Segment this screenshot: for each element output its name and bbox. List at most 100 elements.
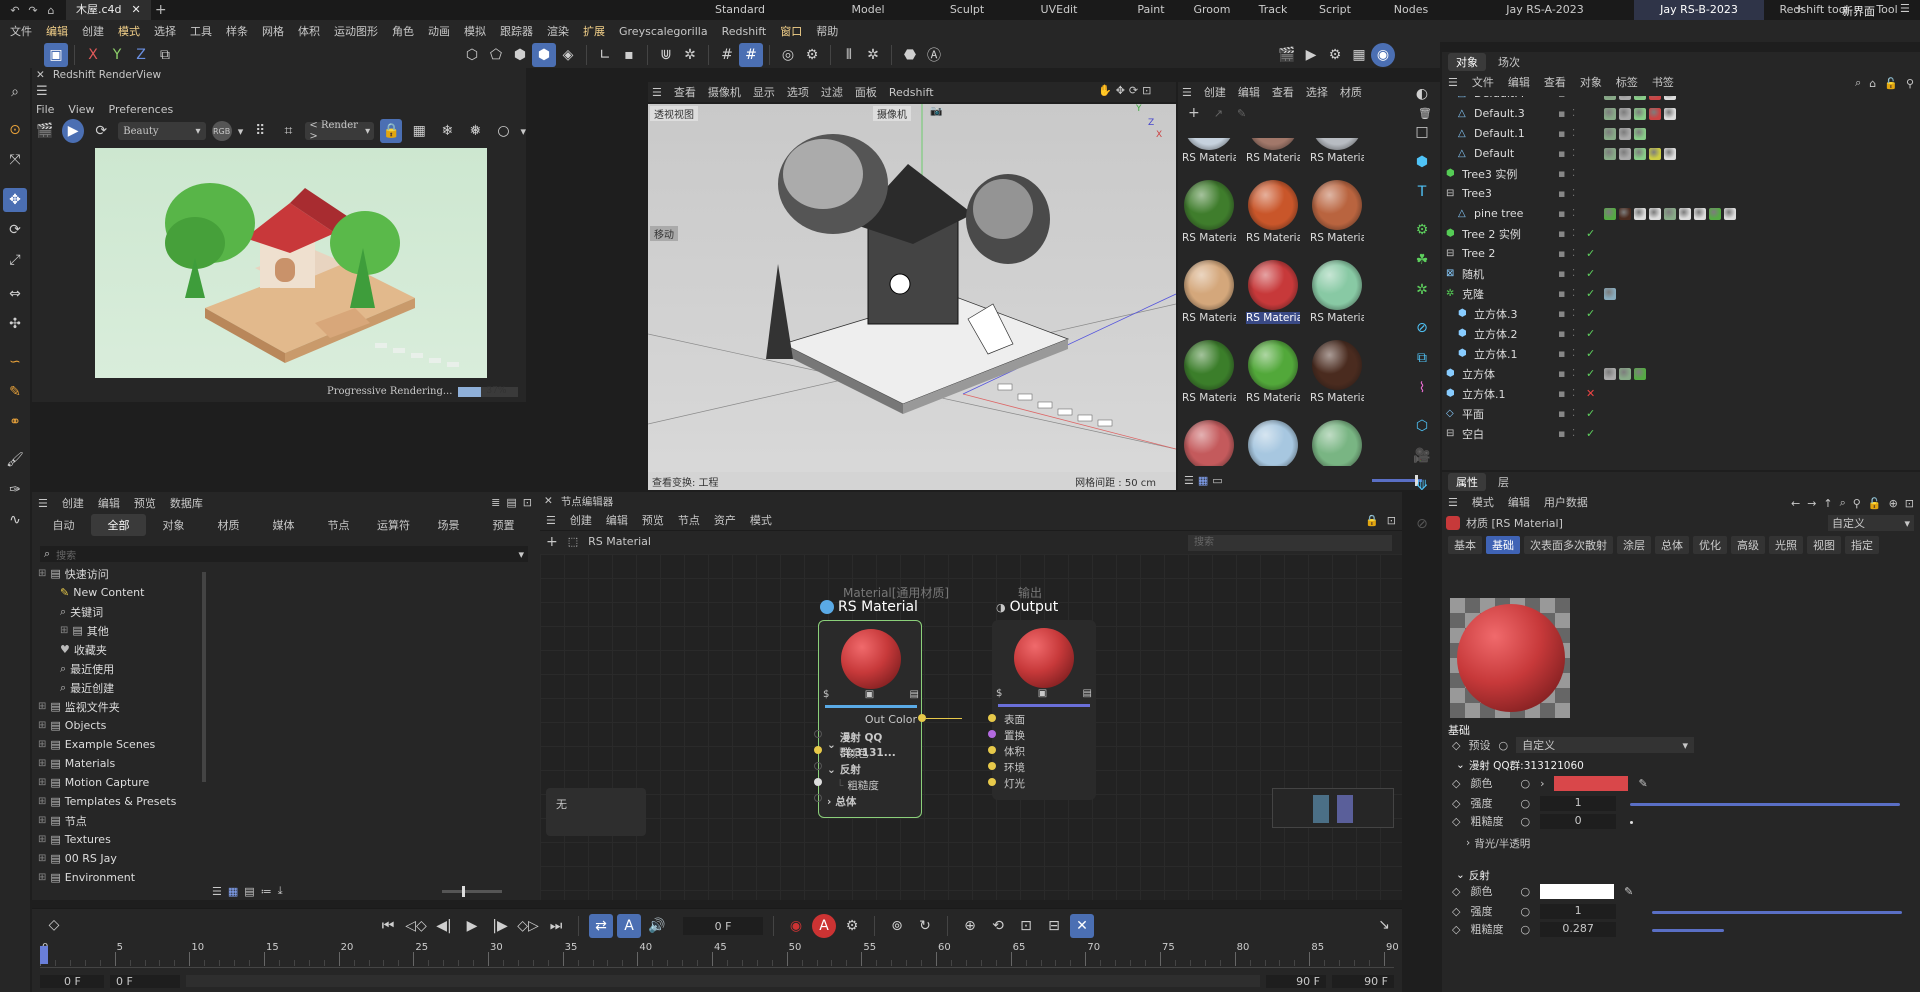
menu-item[interactable]: 工具	[190, 23, 212, 39]
snap-icon[interactable]: ⋓	[654, 43, 678, 67]
dropdown-icon[interactable]: ▾	[518, 548, 524, 561]
loop-icon[interactable]: ⇄	[589, 914, 613, 938]
layout-tab[interactable]: Jay RS-A-2023	[1456, 0, 1634, 20]
enabled-toggle[interactable]: ✓	[1586, 347, 1602, 360]
render-mode-select[interactable]: < Render > ▾	[305, 120, 375, 142]
material-tag-icon[interactable]	[1619, 96, 1631, 100]
expand-icon[interactable]: ⊞	[38, 815, 46, 826]
grid-view-icon[interactable]: ▦	[1198, 474, 1208, 487]
auto-icon[interactable]: Ⓐ	[922, 43, 946, 67]
rotate-tool-icon[interactable]: ⟳	[3, 218, 27, 242]
hamburger-icon[interactable]: ☰	[1448, 76, 1458, 89]
sort-icon[interactable]: ≔	[261, 885, 272, 898]
min-frame-input[interactable]: 0 F	[110, 974, 180, 988]
asset-zoom-slider[interactable]	[442, 886, 502, 897]
viewport-menu-item[interactable]: Redshift	[889, 86, 934, 99]
rsmat-diffuse-port[interactable]	[814, 730, 822, 738]
expand-icon[interactable]: ⊞	[38, 872, 46, 883]
key-pla-icon[interactable]: ⊡	[1014, 914, 1038, 938]
object-row[interactable]: ⬢ 立方体.1 ▪ ⁚ ✕	[1442, 384, 1920, 404]
object-menu-item[interactable]: 对象	[1580, 74, 1602, 90]
visibility-dots[interactable]: ⁚	[1572, 288, 1586, 299]
visibility-dots[interactable]: ⁚	[1572, 408, 1586, 419]
expand-icon[interactable]: ⊞	[38, 739, 46, 750]
dropdown-icon[interactable]: ▾	[521, 125, 527, 138]
collapse-icon[interactable]: ⌄	[1456, 759, 1465, 771]
select-mode-icon[interactable]: ▣	[44, 43, 68, 67]
render-queue-icon[interactable]: ▦	[1347, 43, 1371, 67]
rsmat-reflect-port[interactable]	[814, 762, 822, 770]
multi-transform-icon[interactable]: ✣	[3, 312, 27, 336]
text-icon[interactable]: T	[1410, 180, 1434, 204]
layer-icon[interactable]: ▪	[1558, 96, 1572, 100]
object-row[interactable]: ⊠ 随机 ▪ ⁚ ✓	[1442, 264, 1920, 284]
layer-icon[interactable]: ▪	[1558, 407, 1572, 420]
visibility-dots[interactable]: ⁚	[1572, 228, 1586, 239]
visibility-dots[interactable]: ⁚	[1572, 268, 1586, 279]
radio-icon[interactable]: ○	[1520, 815, 1530, 828]
picker-icon[interactable]: ✎	[1237, 107, 1246, 120]
axis-y-button[interactable]: Y	[105, 43, 129, 67]
object-row[interactable]: ⬢ Tree3 实例 ▪ ⁚	[1442, 164, 1920, 184]
layer-icon[interactable]: ▪	[1558, 127, 1572, 140]
rsmat-out-port[interactable]	[918, 714, 926, 722]
node-menu-icon[interactable]: ▤	[1083, 688, 1092, 699]
asset-tree-scrollbar[interactable]	[202, 572, 206, 782]
menu-item[interactable]: 角色	[392, 23, 414, 39]
settings-icon[interactable]: ⊕	[1889, 497, 1898, 510]
attr-tab[interactable]: 指定	[1845, 536, 1879, 554]
expand-icon[interactable]: ⊞	[38, 568, 46, 579]
viewport-canvas[interactable]: 透视视图 摄像机 📷 移动 Y Z X 查看变换: 工程 网格间距 : 50 c…	[648, 104, 1176, 490]
output-volume-port[interactable]	[988, 746, 996, 754]
key-position-icon[interactable]: ⊚	[885, 914, 909, 938]
hamburger-icon[interactable]: ☰	[38, 497, 48, 510]
visibility-dots[interactable]: ⁚	[1572, 96, 1586, 99]
snap-settings-icon[interactable]: ✲	[678, 43, 702, 67]
camera-icon[interactable]: 🎥	[1410, 444, 1434, 468]
tab-objects[interactable]: 对象	[1448, 53, 1486, 71]
material-tag-icon[interactable]	[1649, 207, 1661, 220]
enabled-toggle[interactable]: ✓	[1586, 287, 1602, 300]
output-node[interactable]: $ ▣ ▤ 表面 置换 体积 环境 灯光	[992, 620, 1096, 800]
reflect-rough-slider[interactable]	[1652, 929, 1724, 932]
key-rotation-icon[interactable]: ↻	[913, 914, 937, 938]
menu-item[interactable]: 选择	[154, 23, 176, 39]
object-row[interactable]: ⬢ 立方体.1 ▪ ⁚ ✓	[1442, 344, 1920, 364]
layout-tab[interactable]: Model	[800, 0, 936, 20]
enabled-toggle[interactable]: ✓	[1586, 427, 1602, 440]
asset-tree-item[interactable]: ⊞ ▤ Textures	[38, 832, 111, 848]
material-tag-icon[interactable]	[1664, 96, 1676, 100]
live-select-icon[interactable]: ⊙	[3, 118, 27, 142]
attr-tab[interactable]: 基本	[1448, 536, 1482, 554]
coordinate-system-icon[interactable]: ⧉	[153, 43, 177, 67]
deformer-icon[interactable]: ⊘	[1410, 316, 1434, 340]
menu-icon[interactable]: ☰	[1900, 2, 1910, 15]
preset-mode-select[interactable]: 自定义 ▾	[1828, 515, 1914, 531]
visibility-dots[interactable]: ⁚	[1572, 128, 1586, 139]
material-tag-icon[interactable]	[1664, 207, 1676, 220]
material-swatch[interactable]: RS Materia	[1246, 138, 1300, 178]
material-tag-icon[interactable]	[1679, 207, 1691, 220]
transform-icon[interactable]: ⇔	[3, 282, 27, 306]
keyframe-icon[interactable]: ◇	[1452, 815, 1460, 828]
layout-tab[interactable]: Sculpt	[936, 0, 998, 20]
layout-tab[interactable]: Jay RS-B-2023	[1634, 0, 1764, 20]
material-swatch[interactable]	[1246, 418, 1300, 466]
enabled-toggle[interactable]: ✓	[1586, 247, 1602, 260]
expand-icon[interactable]: ⊞	[38, 758, 46, 769]
layer-icon[interactable]: ▪	[1558, 147, 1572, 160]
diffuse-color-swatch[interactable]	[1554, 775, 1629, 791]
rsmat-rough-port[interactable]	[814, 778, 822, 786]
crop-icon[interactable]: ⌗	[277, 119, 299, 143]
viewport-solo-icon[interactable]: ⬣	[898, 43, 922, 67]
material-swatch[interactable]: RS Materia	[1310, 338, 1364, 418]
record-icon[interactable]: ◉	[784, 914, 808, 938]
lock-icon[interactable]: 🔓	[1868, 497, 1882, 510]
layer-icon[interactable]: ▪	[1558, 427, 1572, 440]
new-layout-button[interactable]: 新界面	[1842, 3, 1875, 19]
visibility-dots[interactable]: ⁚	[1572, 428, 1586, 439]
snowflake-settings-icon[interactable]: ❅	[464, 119, 486, 143]
render-image[interactable]	[95, 148, 487, 378]
material-tag-icon[interactable]	[1634, 147, 1646, 160]
auto-record-icon[interactable]: A	[812, 914, 836, 938]
